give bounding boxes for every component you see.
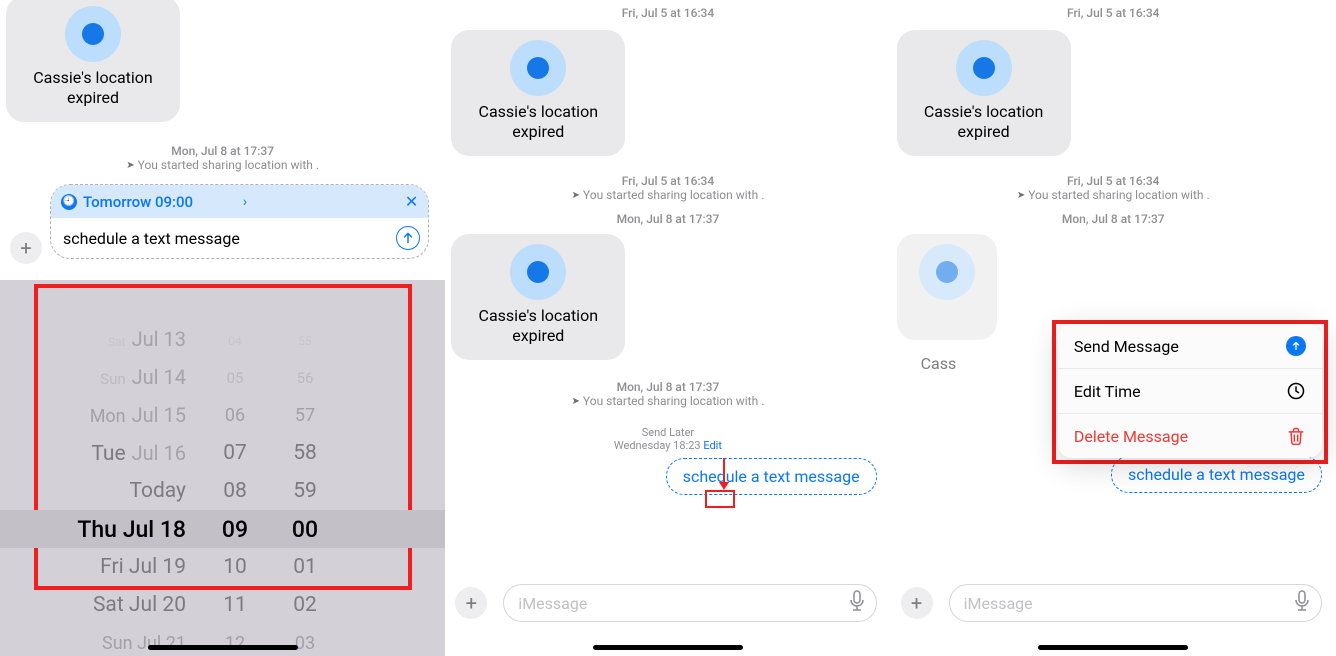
message-input-placeholder: iMessage — [964, 594, 1293, 613]
location-expired-bubble[interactable]: Cassie's location expired — [6, 0, 180, 122]
picker-row[interactable]: Fri Jul 191001 — [0, 548, 445, 586]
timestamp-jul5-a: Fri, Jul 5 at 16:34 — [891, 6, 1336, 20]
annotation-arrow-down-icon — [717, 458, 731, 494]
message-input-placeholder: iMessage — [518, 594, 847, 613]
close-icon[interactable]: ✕ — [405, 192, 418, 211]
menu-edit-time[interactable]: Edit Time — [1058, 369, 1322, 414]
location-expired-bubble-b[interactable]: Cassie's location expired — [451, 234, 625, 360]
picker-row[interactable]: Thu Jul 180900 — [0, 510, 445, 548]
menu-delete-message[interactable]: Delete Message — [1058, 414, 1322, 458]
sharing-status-a: ➤ You started sharing location with . — [445, 188, 890, 202]
schedule-chip[interactable]: 🕘 Tomorrow 09:00 › ✕ — [51, 185, 428, 218]
picker-row[interactable]: Sun Jul 211203 — [0, 624, 445, 656]
timestamp-jul8: Mon, Jul 8 at 17:37 — [0, 144, 445, 158]
message-input[interactable]: iMessage — [949, 584, 1322, 622]
location-expired-text: Cassie's location expired — [473, 102, 603, 142]
timestamp-jul8: Mon, Jul 8 at 17:37 — [445, 212, 890, 226]
home-indicator[interactable] — [148, 645, 298, 650]
picker-row[interactable]: TueJul 160758 — [0, 434, 445, 472]
panel-3: Fri, Jul 5 at 16:34 Cassie's location ex… — [891, 0, 1336, 656]
location-avatar-icon — [510, 244, 566, 300]
send-button[interactable] — [396, 226, 420, 250]
picker-row[interactable]: SatJul 130455 — [0, 320, 445, 358]
location-avatar-icon — [510, 40, 566, 96]
location-expired-text: Cassie's location expired — [473, 306, 603, 346]
schedule-chip-text: Tomorrow 09:00 — [83, 193, 241, 211]
location-avatar-icon — [956, 40, 1012, 96]
location-arrow-icon: ➤ — [572, 396, 580, 407]
location-arrow-icon: ➤ — [1017, 190, 1025, 201]
compose-box: 🕘 Tomorrow 09:00 › ✕ schedule a text mes… — [50, 184, 429, 259]
picker-row[interactable]: Sat Jul 201102 — [0, 586, 445, 624]
location-arrow-icon: ➤ — [572, 190, 580, 201]
location-avatar-icon — [65, 6, 121, 62]
mic-icon[interactable] — [848, 590, 866, 616]
plus-button[interactable]: + — [901, 587, 933, 619]
edit-link[interactable]: Edit — [703, 439, 722, 452]
location-expired-text: Cassie's location expired — [28, 68, 158, 108]
datetime-picker[interactable]: SatJul 130455SunJul 140556MonJul 150657T… — [0, 280, 445, 656]
location-expired-bubble-a[interactable]: Cassie's location expired — [897, 30, 1071, 156]
location-avatar-icon — [919, 244, 975, 300]
plus-button[interactable]: + — [455, 587, 487, 619]
home-indicator[interactable] — [1038, 645, 1188, 650]
trash-icon — [1286, 426, 1306, 446]
location-expired-text-dimmed: Cass — [921, 354, 957, 373]
scheduled-message-bubble[interactable]: schedule a text message — [666, 458, 877, 495]
clock-icon: 🕘 — [61, 194, 77, 210]
location-expired-bubble-a[interactable]: Cassie's location expired — [451, 30, 625, 156]
send-later-header: Send Later Wednesday 18:23 Edit — [445, 426, 890, 452]
chevron-right-icon[interactable]: › — [243, 194, 247, 210]
panel-1: Cassie's location expired Mon, Jul 8 at … — [0, 0, 445, 656]
context-menu: Send Message Edit Time Delete Message — [1058, 324, 1322, 458]
home-indicator[interactable] — [593, 645, 743, 650]
location-arrow-icon: ➤ — [126, 160, 134, 171]
location-expired-bubble-b[interactable]: X — [897, 234, 997, 340]
compose-input-row[interactable]: schedule a text message — [51, 218, 428, 258]
clock-outline-icon — [1286, 381, 1306, 401]
mic-icon[interactable] — [1293, 590, 1311, 616]
compose-text: schedule a text message — [63, 229, 396, 248]
picker-row[interactable]: MonJul 150657 — [0, 396, 445, 434]
timestamp-jul8-b: Mon, Jul 8 at 17:37 — [445, 380, 890, 394]
timestamp-jul5-b: Fri, Jul 5 at 16:34 — [891, 174, 1336, 188]
timestamp-jul5-b: Fri, Jul 5 at 16:34 — [445, 174, 890, 188]
sharing-status: ➤ You started sharing location with . — [0, 158, 445, 172]
picker-row[interactable]: Today0859 — [0, 472, 445, 510]
send-up-icon — [1286, 336, 1306, 356]
menu-send-message[interactable]: Send Message — [1058, 324, 1322, 369]
timestamp-jul8: Mon, Jul 8 at 17:37 — [891, 212, 1336, 226]
message-input[interactable]: iMessage — [503, 584, 876, 622]
timestamp-jul5-a: Fri, Jul 5 at 16:34 — [445, 6, 890, 20]
location-expired-text: Cassie's location expired — [919, 102, 1049, 142]
picker-row[interactable]: SunJul 140556 — [0, 358, 445, 396]
sharing-status-a: ➤ You started sharing location with . — [891, 188, 1336, 202]
panel-2: Fri, Jul 5 at 16:34 Cassie's location ex… — [445, 0, 890, 656]
plus-button[interactable]: + — [10, 232, 42, 264]
sharing-status-b: ➤ You started sharing location with . — [445, 394, 890, 408]
